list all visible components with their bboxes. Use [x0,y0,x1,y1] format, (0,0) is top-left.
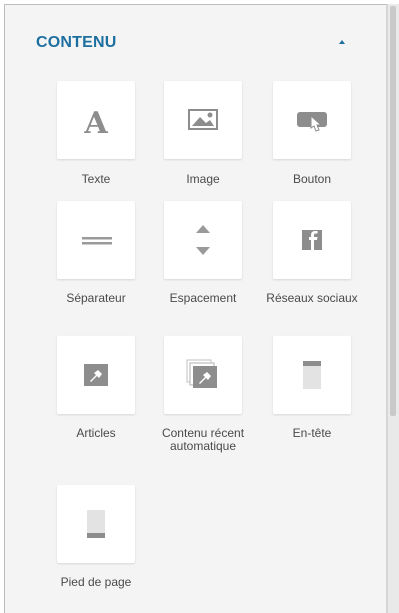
text-icon: A [83,106,108,141]
tile-espacement[interactable] [164,201,242,279]
image-icon [188,109,218,130]
tile-label-bouton: Bouton [292,172,332,186]
button-icon [297,112,327,132]
tile-en-tete[interactable] [273,336,351,414]
tile-label-en-tete: En-tête [292,426,332,440]
tile-contenu-recent[interactable] [164,336,242,414]
tile-label-pied-de-page: Pied de page [60,575,132,589]
tile-articles[interactable] [57,336,135,414]
tile-label-contenu-recent: Contenu récent automatique [161,426,245,453]
article-icon [84,364,108,386]
section-title[interactable]: CONTENU [36,28,366,58]
tile-separateur[interactable] [57,201,135,279]
tile-label-articles: Articles [76,426,116,440]
tile-bouton[interactable] [273,81,351,159]
tile-label-image: Image [186,172,220,186]
tile-reseaux-sociaux[interactable] [273,201,351,279]
tile-pied-de-page[interactable] [57,485,135,563]
tile-label-texte: Texte [81,172,111,186]
tile-texte[interactable]: A [57,81,135,159]
header-icon [303,361,321,389]
caret-up-icon[interactable] [334,34,350,50]
scrollbar-thumb[interactable] [390,6,396,416]
footer-icon [87,510,105,538]
spacing-icon [196,225,210,255]
tile-image[interactable] [164,81,242,159]
svg-text:A: A [83,106,108,141]
divider-icon [82,237,112,245]
tile-label-espacement: Espacement [169,291,237,305]
tile-label-separateur: Séparateur [66,291,126,305]
tile-label-reseaux-sociaux: Réseaux sociaux [266,291,358,305]
recent-content-icon [186,359,217,388]
facebook-icon [302,230,322,250]
